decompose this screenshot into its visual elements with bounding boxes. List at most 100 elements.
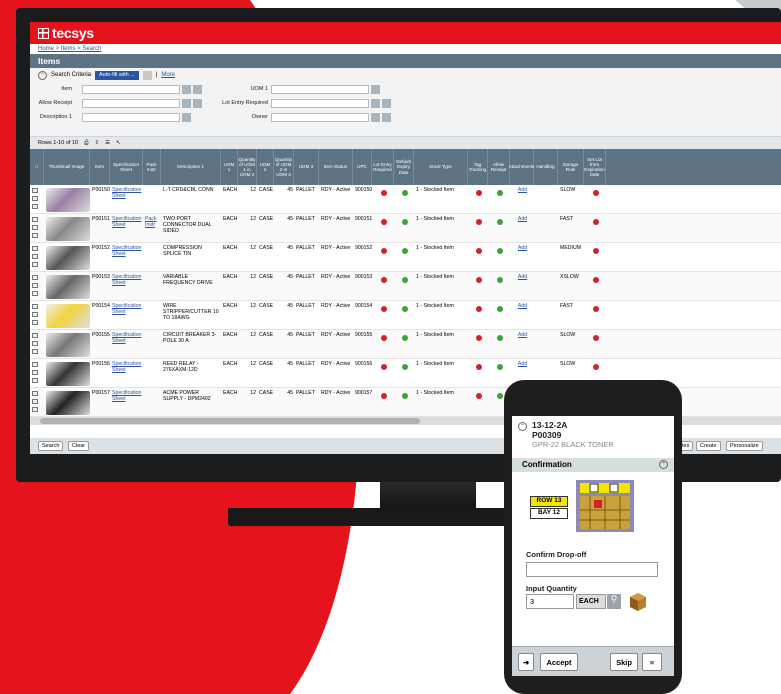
select-checkbox[interactable] — [32, 282, 38, 288]
table-row[interactable]: P00153 Specification Sheet VARIABLE FREQUE… — [30, 272, 781, 301]
specification-sheet-link[interactable]: Specification Sheet — [110, 330, 143, 358]
column-header[interactable]: UOM 3 — [294, 149, 319, 185]
breadcrumb[interactable]: Home > Items > Search — [30, 44, 781, 54]
criteria-select[interactable]: Auto-fill with ... — [95, 70, 139, 80]
specification-sheet-link[interactable]: Specification Sheet — [110, 272, 143, 300]
select-checkbox[interactable] — [32, 253, 38, 259]
search-icon[interactable]: ⚲ — [607, 594, 621, 609]
column-header[interactable]: Tag Tracking — [468, 149, 488, 185]
arrow-icon[interactable]: ➜ — [518, 653, 534, 671]
criteria-action-icon[interactable] — [142, 70, 152, 80]
specification-sheet-link[interactable]: Specification Sheet — [110, 301, 143, 329]
lookup-icon[interactable] — [193, 99, 202, 108]
pack-instr-link[interactable]: Pack Instr — [143, 214, 161, 242]
column-header[interactable]: Storage Rule — [558, 149, 584, 185]
uom-field[interactable]: EACH — [576, 594, 606, 609]
table-row[interactable]: P00154 Specification Sheet WIRE STRIPPER/C… — [30, 301, 781, 330]
column-header[interactable]: Pack Instr — [143, 149, 161, 185]
uom1-input[interactable] — [271, 85, 369, 94]
lookup-icon[interactable] — [382, 113, 391, 122]
description1-input[interactable] — [82, 113, 180, 122]
view-icon[interactable] — [32, 406, 38, 412]
view-icon[interactable] — [32, 377, 38, 383]
collapse-icon[interactable]: ⌃ — [38, 70, 47, 80]
column-header[interactable]: Thumbnail Image — [44, 149, 90, 185]
select-checkbox[interactable] — [32, 195, 38, 201]
columns-icon[interactable]: ☰ — [105, 140, 110, 146]
specification-sheet-link[interactable]: Specification Sheet — [110, 388, 143, 416]
edit-icon[interactable] — [32, 304, 38, 309]
add-attachment-link[interactable]: Add — [510, 214, 534, 242]
column-header[interactable]: Allow Receipt — [488, 149, 510, 185]
column-header[interactable]: Default Expiry Date — [394, 149, 414, 185]
view-icon[interactable] — [32, 290, 38, 296]
export-icon[interactable]: ⇪ — [94, 140, 99, 146]
view-icon[interactable] — [32, 261, 38, 267]
more-link[interactable]: More — [161, 72, 175, 78]
confirm-dropoff-input[interactable] — [526, 562, 658, 577]
filter-icon[interactable] — [182, 113, 191, 122]
lot-entry-input[interactable] — [271, 99, 369, 108]
column-header[interactable]: Specification Sheet — [110, 149, 143, 185]
column-header[interactable]: Item — [90, 149, 110, 185]
select-checkbox[interactable] — [32, 398, 38, 404]
column-header[interactable]: Handling — [534, 149, 558, 185]
column-header[interactable]: UPC — [353, 149, 372, 185]
view-icon[interactable] — [32, 232, 38, 238]
print-icon[interactable]: ⎙ — [84, 140, 88, 147]
owner-input[interactable] — [271, 113, 369, 122]
table-row[interactable]: P00151 Specification Sheet Pack Instr TWO P… — [30, 214, 781, 243]
pack-instr-link[interactable] — [143, 272, 161, 300]
select-checkbox[interactable] — [32, 340, 38, 346]
column-header[interactable]: □ — [30, 149, 44, 185]
filter-icon[interactable] — [371, 113, 380, 122]
column-header[interactable]: Lot Entry Required — [372, 149, 394, 185]
pack-instr-link[interactable] — [143, 388, 161, 416]
column-header[interactable]: Attachments — [509, 149, 534, 185]
view-icon[interactable] — [32, 348, 38, 354]
pack-instr-link[interactable] — [143, 301, 161, 329]
edit-icon[interactable] — [32, 391, 38, 396]
column-header[interactable]: Stock Type — [414, 149, 468, 185]
allow-receipt-input[interactable] — [82, 99, 180, 108]
quantity-input[interactable]: 3 — [526, 594, 574, 609]
item-input[interactable] — [82, 85, 180, 94]
table-row[interactable]: P00155 Specification Sheet CIRCUIT BREAKER… — [30, 330, 781, 359]
pack-instr-link[interactable] — [143, 185, 161, 213]
personalize-button[interactable]: Personalize — [726, 441, 763, 451]
specification-sheet-link[interactable]: Specification Sheet — [110, 214, 143, 242]
specification-sheet-link[interactable]: Specification Sheet — [110, 243, 143, 271]
clear-button[interactable]: Clear — [68, 441, 90, 451]
pack-instr-link[interactable] — [143, 330, 161, 358]
create-button[interactable]: Create — [696, 441, 721, 451]
edit-icon[interactable] — [32, 246, 38, 251]
skip-button[interactable]: Skip — [610, 653, 638, 671]
edit-icon[interactable] — [32, 275, 38, 280]
menu-icon[interactable]: ≡ — [642, 653, 662, 671]
collapse-icon[interactable]: ⌃ — [518, 422, 527, 431]
table-row[interactable]: P00150 Specification Sheet L-T CRD&CBL CON… — [30, 185, 781, 214]
accept-button[interactable]: Accept — [540, 653, 578, 671]
filter-icon[interactable] — [371, 99, 380, 108]
edit-icon[interactable] — [32, 333, 38, 338]
search-button[interactable]: Search — [38, 441, 64, 451]
edit-icon[interactable] — [32, 217, 38, 222]
add-attachment-link[interactable]: Add — [510, 243, 534, 271]
lookup-icon[interactable] — [193, 85, 202, 94]
column-header[interactable]: UOM 2 — [257, 149, 274, 185]
column-header[interactable]: Quantity of UOM 1 in UOM 2 — [238, 149, 257, 185]
specification-sheet-link[interactable]: Specification Sheet — [110, 359, 143, 387]
collapse-icon[interactable]: ⌃ — [659, 460, 668, 469]
add-attachment-link[interactable]: Add — [510, 330, 534, 358]
view-icon[interactable] — [32, 319, 38, 325]
add-attachment-link[interactable]: Add — [510, 185, 534, 213]
column-header[interactable]: Set Lot from Expiration Date — [584, 149, 606, 185]
table-row[interactable]: P00152 Specification Sheet COMPRESSION SPL… — [30, 243, 781, 272]
column-header[interactable]: Quantity of UOM 2 in UOM 3 — [274, 149, 294, 185]
filter-icon[interactable] — [182, 99, 191, 108]
filter-icon[interactable] — [182, 85, 191, 94]
pack-instr-link[interactable] — [143, 359, 161, 387]
pack-instr-link[interactable] — [143, 243, 161, 271]
column-header[interactable]: Description 1 — [161, 149, 221, 185]
specification-sheet-link[interactable]: Specification Sheet — [110, 185, 143, 213]
